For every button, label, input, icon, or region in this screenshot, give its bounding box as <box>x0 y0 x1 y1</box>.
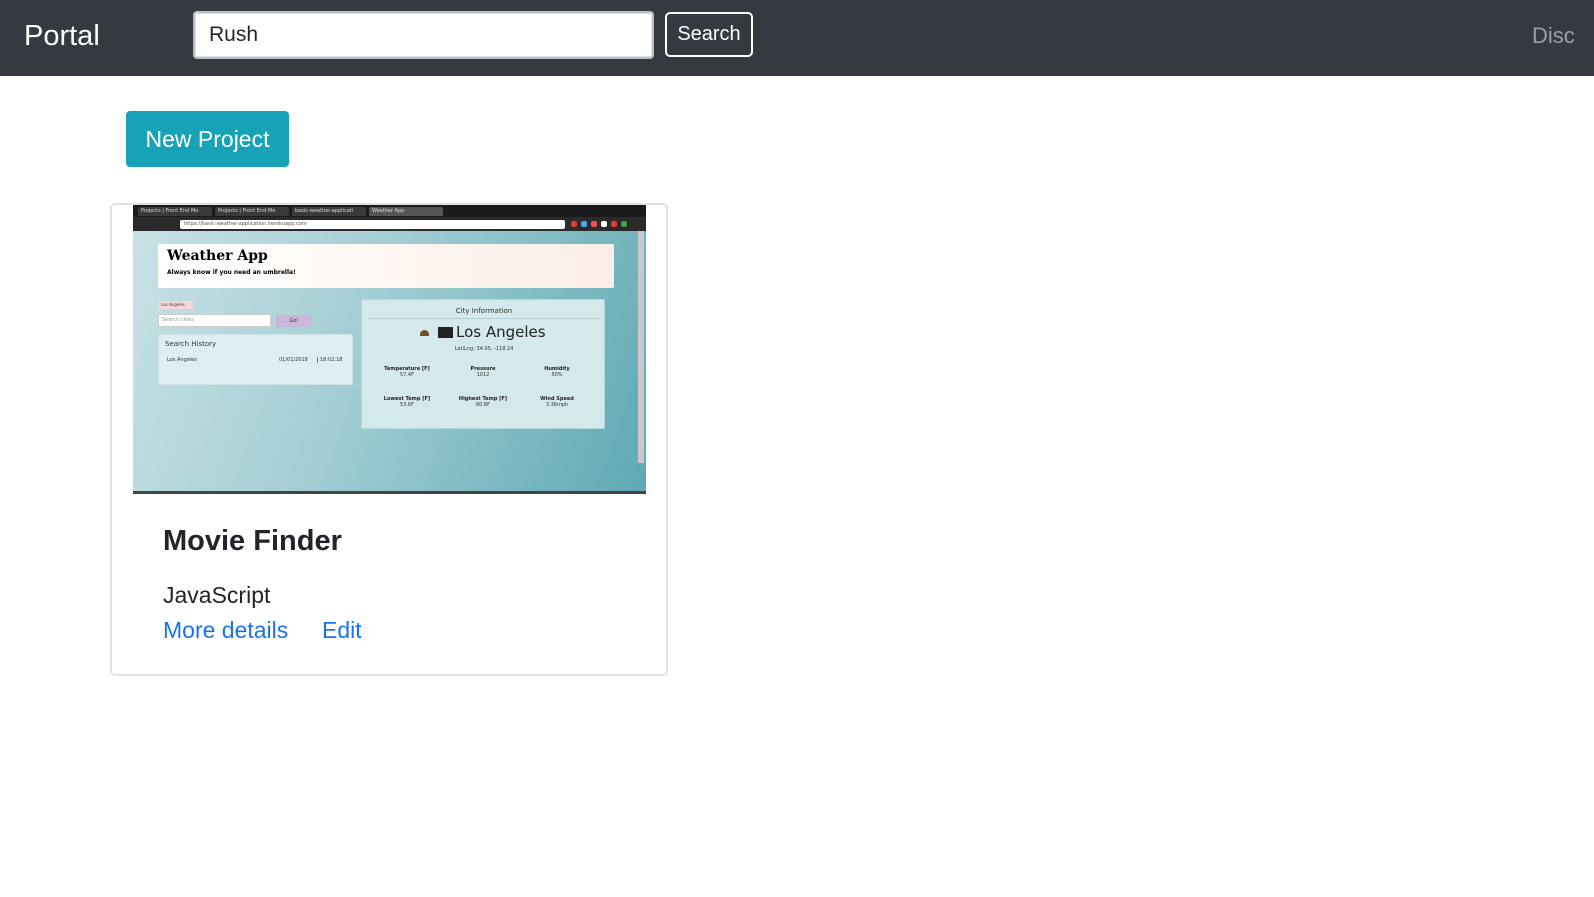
stat-temperature: Temperature [F] 57.4F <box>367 366 447 378</box>
city-chip: Los Angeles <box>159 301 193 309</box>
brand-link[interactable]: Portal <box>24 17 100 55</box>
browser-address-bar: https://basic-weather-application.heroku… <box>133 217 646 231</box>
edit-link[interactable]: Edit <box>322 615 362 645</box>
stat-humidity: Humidity 50% <box>517 366 597 378</box>
extension-icon <box>571 221 577 227</box>
stat-pressure: Pressure 1012 <box>443 366 523 378</box>
city-skyline-icon <box>438 327 453 338</box>
search-input[interactable] <box>193 11 654 59</box>
top-navbar: Portal Search Disc <box>0 0 1594 76</box>
divider <box>368 318 600 319</box>
search-history-panel: Search History Los Angeles 01/01/2018 18… <box>158 334 353 385</box>
stat-value: 3.36mph <box>545 402 569 408</box>
stat-lowest-temp: Lowest Temp [F] 53.6F <box>367 396 447 408</box>
stat-value: 60.8F <box>475 402 490 408</box>
extension-icon <box>581 221 587 227</box>
project-title: Movie Finder <box>163 525 342 557</box>
extension-icon <box>621 221 627 227</box>
history-time: 18:02:18 <box>317 357 342 363</box>
stat-value: 50% <box>551 372 563 378</box>
city-name-row: Los Angeles <box>420 323 546 341</box>
extension-icon <box>591 221 597 227</box>
stat-value: 57.4F <box>399 372 414 378</box>
project-thumbnail[interactable]: Projects | Front End Mo Projects | Front… <box>133 205 646 494</box>
url-field: https://basic-weather-application.heroku… <box>180 220 565 229</box>
weather-icon <box>420 329 429 336</box>
new-project-button[interactable]: New Project <box>126 111 289 167</box>
more-details-link[interactable]: More details <box>163 615 288 645</box>
browser-tab: Projects | Front End Mo <box>138 207 212 216</box>
city-info-title: City Information <box>455 307 513 315</box>
browser-bottom-edge <box>133 491 646 494</box>
project-language: JavaScript <box>163 582 271 608</box>
weather-app-subtitle: Always know if you need an umbrella! <box>167 269 296 276</box>
city-name: Los Angeles <box>456 323 546 341</box>
history-date: 01/01/2018 <box>279 357 308 363</box>
history-city: Los Angeles <box>167 357 197 363</box>
browser-tab: Projects | Front End Mo <box>215 207 289 216</box>
stat-value: 1012 <box>476 372 490 378</box>
go-button: Go! <box>276 315 312 327</box>
browser-tab-strip: Projects | Front End Mo Projects | Front… <box>133 205 646 217</box>
browser-tab: basic-weather-applicati <box>292 207 366 216</box>
project-card: Projects | Front End Mo Projects | Front… <box>110 203 668 676</box>
stat-wind-speed: Wind Speed 3.36mph <box>517 396 597 408</box>
stat-highest-temp: Highest Temp [F] 60.8F <box>443 396 523 408</box>
nav-link-discover[interactable]: Disc <box>1532 20 1575 52</box>
page-scrollbar <box>638 231 644 463</box>
weather-app-header: Weather App Always know if you need an u… <box>158 244 614 288</box>
weather-app-title: Weather App <box>167 248 268 264</box>
lat-lng: Lat/Lng: 34.05, -118.24 <box>454 346 514 352</box>
city-search-field: Search cities <box>158 314 271 327</box>
extension-icon <box>601 221 607 227</box>
city-information-panel: City Information Los Angeles Lat/Lng: 34… <box>361 299 605 429</box>
search-button[interactable]: Search <box>665 12 753 57</box>
browser-tab: Weather App <box>369 207 443 216</box>
history-title: Search History <box>165 340 217 348</box>
extension-icon <box>611 221 617 227</box>
stat-value: 53.6F <box>399 402 414 408</box>
